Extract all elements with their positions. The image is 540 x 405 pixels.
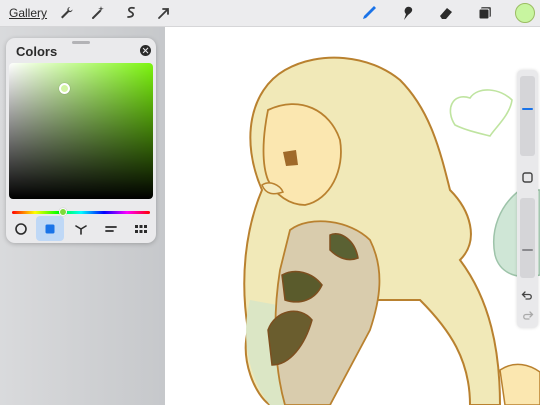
harmony-mode-tab[interactable]	[67, 216, 95, 241]
magic-wand-icon[interactable]	[89, 4, 107, 22]
saturation-brightness-field[interactable]	[9, 63, 153, 199]
layers-icon[interactable]	[476, 4, 494, 22]
right-sidebar	[517, 70, 538, 328]
hue-slider[interactable]	[12, 211, 150, 214]
classic-mode-tab[interactable]	[36, 216, 64, 241]
selection-icon[interactable]	[122, 4, 140, 22]
hue-slider-thumb[interactable]	[59, 208, 67, 216]
brush-icon[interactable]	[360, 4, 378, 22]
panel-grabber[interactable]	[72, 41, 90, 44]
disc-mode-tab[interactable]	[7, 216, 35, 241]
brush-size-slider[interactable]	[520, 76, 535, 156]
eraser-icon[interactable]	[437, 4, 455, 22]
color-mode-tabs	[6, 216, 156, 243]
opacity-slider[interactable]	[520, 198, 535, 278]
transform-icon[interactable]	[155, 4, 173, 22]
palettes-mode-tab[interactable]	[127, 216, 155, 241]
color-picker-handle[interactable]	[59, 83, 70, 94]
modify-button[interactable]	[520, 170, 535, 185]
wrench-icon[interactable]	[57, 4, 75, 22]
brush-size-handle[interactable]	[522, 108, 533, 110]
top-toolbar: Gallery	[0, 0, 540, 27]
value-mode-tab[interactable]	[97, 216, 125, 241]
redo-icon[interactable]	[520, 308, 535, 323]
gallery-button[interactable]: Gallery	[9, 6, 47, 20]
close-icon[interactable]	[140, 45, 151, 56]
colors-panel: Colors	[6, 38, 156, 243]
smudge-icon[interactable]	[398, 4, 416, 22]
current-color-swatch[interactable]	[515, 3, 535, 23]
panel-title: Colors	[16, 44, 58, 59]
opacity-handle[interactable]	[522, 249, 533, 251]
undo-icon[interactable]	[520, 288, 535, 303]
